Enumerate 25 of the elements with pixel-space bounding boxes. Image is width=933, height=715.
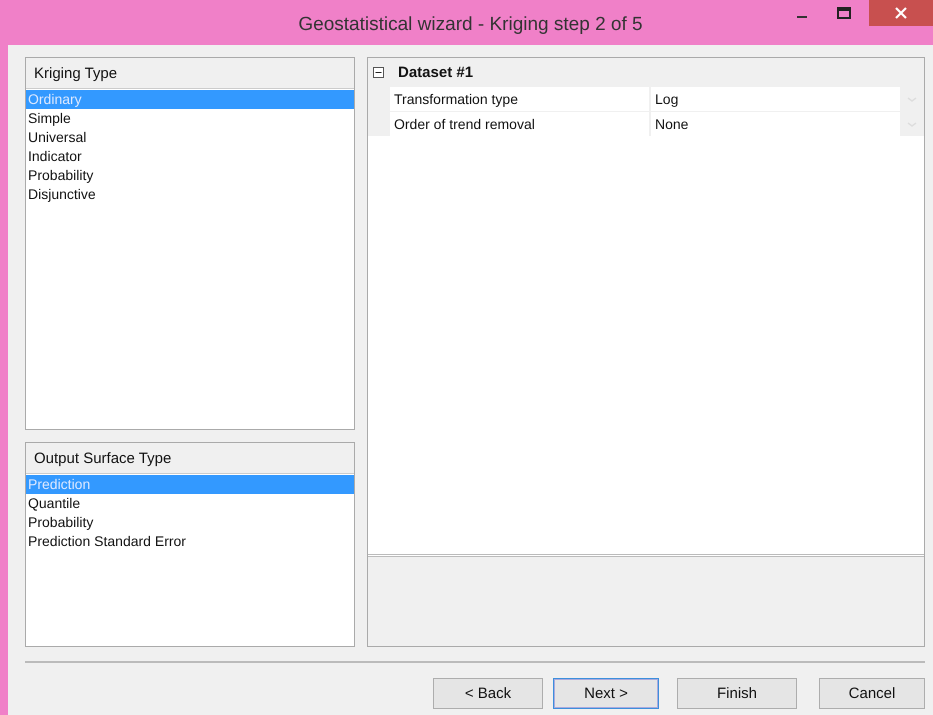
window-title: Geostatistical wizard - Kriging step 2 of 5 <box>298 12 643 36</box>
list-item[interactable]: Disjunctive <box>26 185 354 204</box>
group-title: Dataset #1 <box>398 64 474 80</box>
list-header: Output Surface Type <box>26 443 354 474</box>
list-item[interactable]: Simple <box>26 109 354 128</box>
wizard-button[interactable]: Next > <box>553 678 659 709</box>
close-icon <box>894 6 908 20</box>
list-item[interactable]: Prediction Standard Error <box>26 532 354 551</box>
close-button[interactable] <box>869 0 933 26</box>
property-name: Transformation type <box>390 86 649 110</box>
property-name: Order of trend removal <box>390 112 649 136</box>
list-item[interactable]: Universal <box>26 128 354 147</box>
list-item[interactable]: Probability <box>26 166 354 185</box>
property-value[interactable]: None <box>651 112 900 136</box>
minimize-icon <box>797 16 807 18</box>
collapse-icon[interactable] <box>373 66 384 78</box>
list-header: Kriging Type <box>26 58 354 89</box>
wizard-button[interactable]: Cancel <box>819 678 925 709</box>
list-item[interactable]: Quantile <box>26 494 354 513</box>
list-item[interactable]: Probability <box>26 513 354 532</box>
list-item[interactable]: Indicator <box>26 147 354 166</box>
maximize-icon <box>837 7 851 19</box>
wizard-button[interactable]: Finish <box>677 678 797 709</box>
property-value[interactable]: Log <box>651 86 900 110</box>
wizard-button[interactable]: < Back <box>433 678 543 709</box>
